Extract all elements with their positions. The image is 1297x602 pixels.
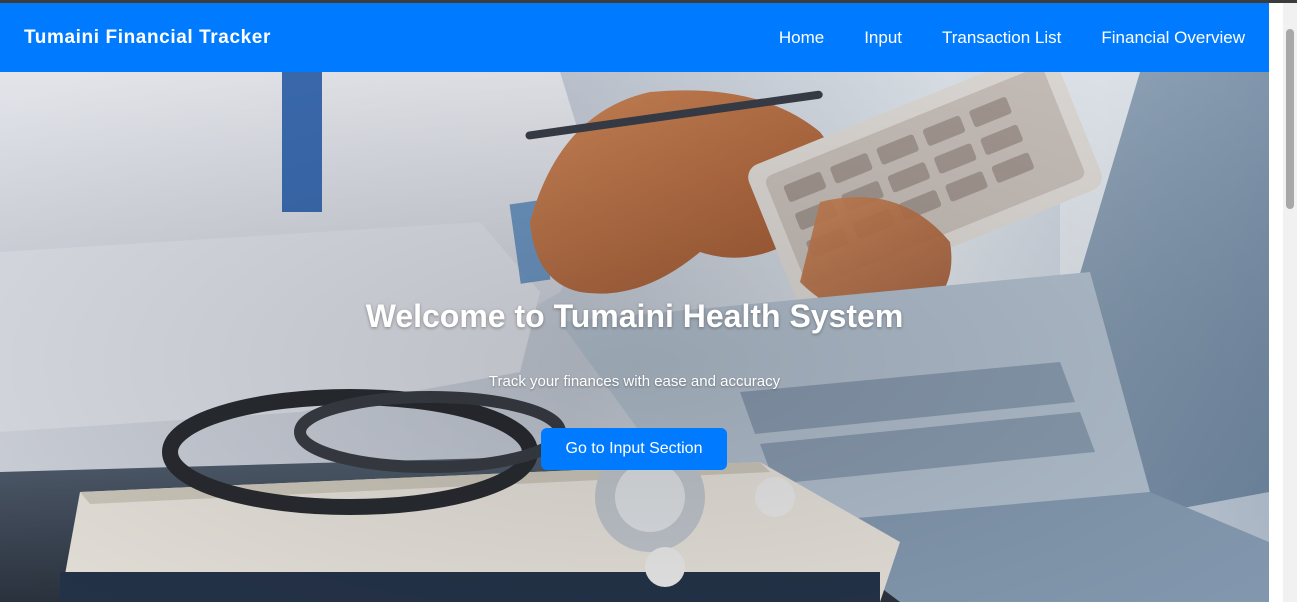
nav-links: Home Input Transaction List Financial Ov… xyxy=(779,28,1245,48)
hero-title: Welcome to Tumaini Health System xyxy=(365,298,904,334)
page-edge xyxy=(1269,3,1283,602)
nav-link-financial-overview[interactable]: Financial Overview xyxy=(1101,28,1245,48)
vertical-scrollbar[interactable] xyxy=(1283,3,1297,602)
navbar: Tumaini Financial Tracker Home Input Tra… xyxy=(0,3,1269,72)
nav-link-home[interactable]: Home xyxy=(779,28,824,48)
browser-viewport: Tumaini Financial Tracker Home Input Tra… xyxy=(0,3,1269,602)
go-to-input-button[interactable]: Go to Input Section xyxy=(541,428,727,470)
hero-content: Welcome to Tumaini Health System Track y… xyxy=(0,72,1269,602)
hero-subtitle: Track your finances with ease and accura… xyxy=(488,373,781,390)
brand-title[interactable]: Tumaini Financial Tracker xyxy=(24,27,271,49)
nav-link-input[interactable]: Input xyxy=(864,28,902,48)
hero-section: Welcome to Tumaini Health System Track y… xyxy=(0,72,1269,602)
nav-link-transaction-list[interactable]: Transaction List xyxy=(942,28,1061,48)
scrollbar-thumb[interactable] xyxy=(1286,29,1294,209)
